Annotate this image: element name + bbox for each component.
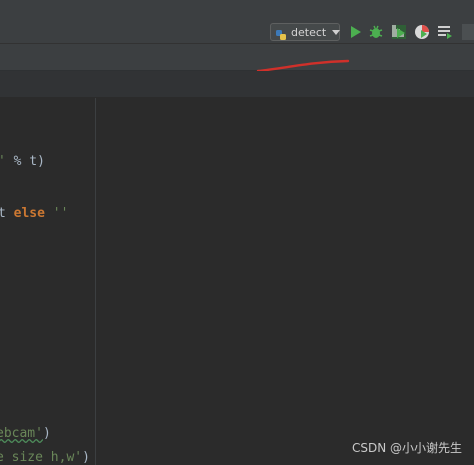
code-token: ebcam' [0, 426, 43, 441]
main-toolbar: detect [0, 0, 474, 44]
code-token: ) [82, 450, 90, 465]
toolbar-overflow-button[interactable] [462, 24, 474, 40]
code-token: ) [42, 426, 51, 441]
run-configuration-selector[interactable]: detect [270, 23, 341, 41]
watermark-text: CSDN @小小谢先生 [351, 441, 462, 455]
python-file-icon [275, 26, 287, 40]
code-token: e size h,w' [0, 450, 83, 465]
code-line: ' % t) [0, 154, 45, 170]
code-line: ebcam') [0, 426, 51, 442]
code-token: t [0, 206, 6, 221]
code-editor[interactable]: ' % t) t else '' ebcam') e size h,w') [0, 98, 96, 465]
code-token: % t) [5, 154, 45, 169]
navigation-bar [0, 71, 474, 98]
run-configuration-label: detect [291, 25, 327, 39]
right-editor-pane[interactable] [96, 98, 474, 465]
coverage-icon[interactable] [391, 24, 407, 40]
debug-icon[interactable] [368, 24, 384, 40]
run-config-list-icon[interactable] [437, 24, 453, 40]
run-icon[interactable] [347, 24, 363, 40]
code-line: t else '' [0, 206, 68, 222]
editor-tab-bar [0, 44, 474, 71]
profile-icon[interactable] [414, 24, 430, 40]
chevron-down-icon [332, 29, 341, 35]
code-token: else [13, 206, 45, 221]
code-line: e size h,w') [0, 450, 90, 465]
code-token: '' [44, 206, 69, 221]
